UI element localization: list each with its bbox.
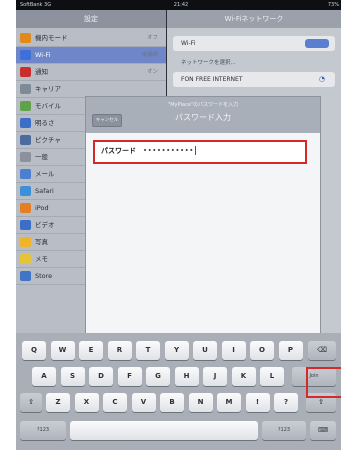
wifi-toggle-row: Wi-Fi: [173, 36, 335, 51]
key-row3-7[interactable]: !: [245, 393, 270, 412]
picture-frame-icon: [20, 135, 31, 145]
key-d[interactable]: D: [89, 367, 113, 386]
airplane-icon: [20, 33, 31, 43]
sidebar-item-label: Wi-Fi: [35, 51, 51, 59]
wifi-signal-icon: ◔: [318, 75, 325, 83]
wifi-label: Wi-Fi: [181, 40, 196, 47]
number-mode-key-right[interactable]: ?123: [262, 421, 306, 440]
wifi-icon: [20, 50, 31, 60]
key-row3-4[interactable]: B: [160, 393, 184, 412]
sidebar-item-2[interactable]: Wi-Fi 未接続: [16, 47, 166, 64]
network-name: FON FREE INTERNET: [181, 76, 243, 83]
key-f[interactable]: F: [117, 367, 142, 386]
video-icon: [20, 220, 31, 230]
wifi-toggle[interactable]: [305, 39, 329, 48]
notifications-icon: [20, 67, 31, 77]
cellular-icon: [20, 101, 31, 111]
notes-icon: [20, 254, 31, 264]
sidebar-item-label: 機内モード: [35, 34, 68, 42]
cancel-button[interactable]: キャンセル: [92, 114, 122, 127]
sidebar-item-label: モバイル: [35, 102, 61, 110]
key-w[interactable]: W: [50, 341, 75, 360]
key-r[interactable]: R: [107, 341, 132, 360]
password-input[interactable]: •••••••••••: [143, 146, 196, 155]
shift-key[interactable]: ⇧: [20, 393, 42, 412]
sidebar-item-value: オフ: [146, 35, 158, 41]
brightness-icon: [20, 118, 31, 128]
choose-network-text: ネットワークを選択...: [181, 60, 236, 66]
key-o[interactable]: O: [250, 341, 274, 360]
key-row3-3[interactable]: V: [131, 393, 156, 412]
key-j[interactable]: J: [203, 367, 227, 386]
hide-keyboard-key[interactable]: ⌨: [310, 421, 336, 440]
text-cursor: [194, 146, 196, 155]
safari-icon: [20, 186, 31, 196]
sidebar-item-3[interactable]: 通知 オン: [16, 64, 166, 81]
key-t[interactable]: T: [136, 341, 160, 360]
sidebar-title: 設定: [16, 10, 166, 28]
sidebar-item-value: オン: [146, 69, 158, 75]
ipad-screen: SoftBank 3G 21:42 73% 設定 機内モード オフ Wi-Fi 未接続…: [16, 0, 341, 450]
dialog-subtitle: "MyPlace"のパスワードを入力: [167, 102, 239, 108]
sidebar-item-label: ピクチャ: [35, 136, 61, 144]
sidebar-item-1[interactable]: 機内モード オフ: [16, 30, 166, 47]
sidebar-item-label: Safari: [35, 187, 54, 195]
sidebar-item-label: メモ: [35, 255, 48, 263]
carrier-icon: [20, 84, 31, 94]
photos-icon: [20, 237, 31, 247]
network-row[interactable]: FON FREE INTERNET ◔: [173, 72, 335, 87]
password-label: パスワード: [101, 147, 136, 155]
key-q[interactable]: Q: [22, 341, 46, 360]
key-e[interactable]: E: [79, 341, 103, 360]
key-a[interactable]: A: [32, 367, 56, 386]
key-row3-1[interactable]: X: [74, 393, 99, 412]
onscreen-keyboard: Q W E R T Y U I O P ⌫ A S D F G H J K L Join ⇧ Z X C V B N M!? ⇧ ?123?…: [16, 333, 341, 450]
sidebar-item-label: 明るさ: [35, 119, 55, 127]
clock: 21:42: [173, 2, 189, 8]
sidebar-item-label: Store: [35, 272, 53, 280]
key-u[interactable]: U: [193, 341, 217, 360]
ipod-icon: [20, 203, 31, 213]
sidebar-item-value: 未接続: [141, 52, 158, 58]
key-s[interactable]: S: [60, 367, 85, 386]
sidebar-item-label: 写真: [35, 238, 48, 246]
sidebar-item-label: 一般: [35, 153, 48, 161]
key-row3-8[interactable]: ?: [274, 393, 298, 412]
sidebar-item-label: 通知: [35, 68, 48, 76]
sidebar-item-label: iPod: [35, 204, 49, 212]
sidebar-item-label: メール: [35, 170, 55, 178]
password-dialog: "MyPlace"のパスワードを入力 パスワード入力 キャンセル パスワード •…: [86, 97, 320, 352]
key-h[interactable]: H: [174, 367, 199, 386]
password-dots: •••••••••••: [143, 146, 194, 155]
password-field[interactable]: パスワード •••••••••••: [93, 140, 307, 164]
key-row3-5[interactable]: N: [188, 393, 213, 412]
number-mode-key[interactable]: ?123: [20, 421, 66, 440]
key-row3-2[interactable]: C: [103, 393, 127, 412]
sidebar-item-label: ビデオ: [35, 221, 55, 229]
key-p[interactable]: P: [278, 341, 303, 360]
dialog-header: "MyPlace"のパスワードを入力 パスワード入力 キャンセル: [86, 97, 320, 133]
key-g[interactable]: G: [146, 367, 170, 386]
key-i[interactable]: I: [221, 341, 246, 360]
backspace-key[interactable]: ⌫: [308, 341, 336, 360]
mail-icon: [20, 169, 31, 179]
battery-label: 73%: [327, 2, 339, 8]
space-key[interactable]: [70, 421, 258, 440]
key-row3-6[interactable]: M: [217, 393, 241, 412]
sidebar-item-4[interactable]: キャリア: [16, 81, 166, 98]
key-y[interactable]: Y: [164, 341, 189, 360]
key-k[interactable]: K: [231, 367, 256, 386]
gear-icon: [20, 152, 31, 162]
status-bar: SoftBank 3G 21:42 73%: [16, 0, 341, 10]
key-row3-0[interactable]: Z: [46, 393, 70, 412]
carrier-label: SoftBank 3G: [20, 2, 52, 8]
sidebar-item-label: キャリア: [35, 85, 61, 93]
key-l[interactable]: L: [260, 367, 284, 386]
store-icon: [20, 271, 31, 281]
join-key-highlight: [306, 367, 341, 398]
detail-title: Wi-Fiネットワーク: [167, 10, 341, 28]
